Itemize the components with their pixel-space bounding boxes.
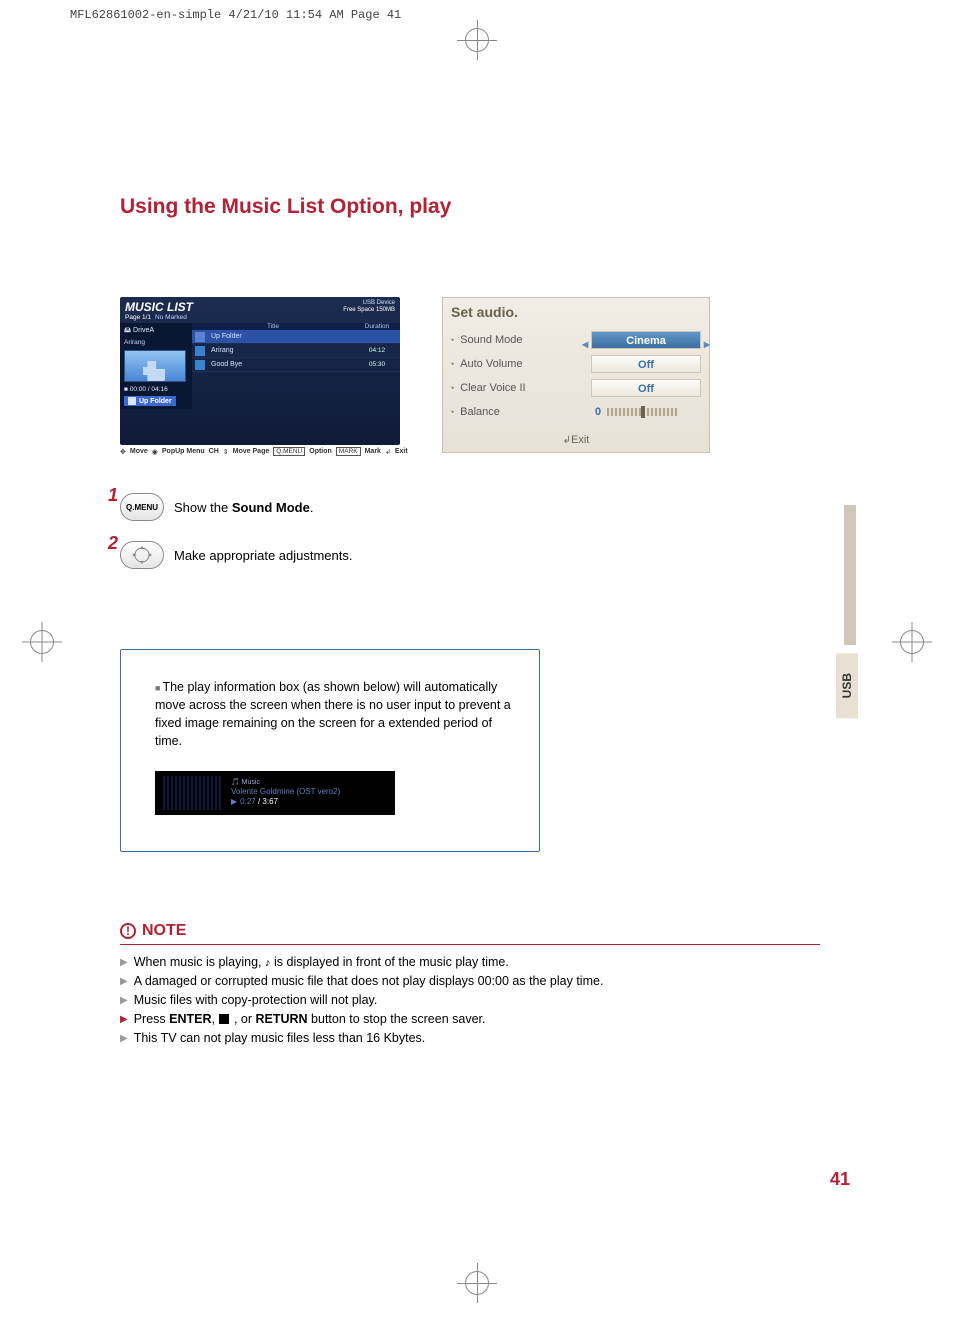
info-box: The play information box (as shown below… (120, 649, 540, 852)
note-item: ▶ When music is playing, ♪ is displayed … (120, 955, 820, 969)
crop-mark-left (30, 630, 54, 654)
crop-mark-top (465, 28, 489, 52)
nav-ring-icon (120, 541, 164, 569)
note-heading: ! NOTE (120, 922, 820, 940)
page-info: Page 1/1 (125, 314, 151, 321)
info-text: The play information box (as shown below… (155, 678, 511, 751)
balance-label: Balance (451, 406, 591, 418)
visualizer-icon (163, 776, 223, 810)
step-1: 1 Q.MENU Show the Sound Mode. (120, 493, 820, 521)
exit-label[interactable]: Exit (451, 434, 701, 446)
step-number: 2 (108, 533, 118, 554)
sound-mode-value[interactable]: Cinema (591, 331, 701, 349)
step-2-text: Make appropriate adjustments. (174, 548, 352, 563)
side-tab: USB (836, 653, 858, 718)
exclamation-icon: ! (120, 923, 136, 939)
note-item: ▶ Music files with copy-protection will … (120, 993, 820, 1007)
saver-time: ▶0:27 / 3:67 (231, 797, 340, 807)
set-audio-title: Set audio. (451, 304, 701, 320)
clear-voice-label: Clear Voice II (451, 382, 591, 394)
bullet-icon: ▶ (120, 957, 128, 968)
saver-label: 🎵 Music (231, 778, 340, 787)
clear-voice-value[interactable]: Off (591, 379, 701, 397)
up-folder-button[interactable]: Up Folder (124, 396, 176, 406)
bullet-icon: ▶ (120, 1033, 128, 1044)
note-item: ▶ A damaged or corrupted music file that… (120, 974, 820, 988)
bullet-icon: ▶ (120, 1014, 128, 1025)
col-title: Title (192, 323, 354, 330)
note-section: ! NOTE ▶ When music is playing, ♪ is dis… (120, 922, 820, 1045)
step-number: 1 (108, 485, 118, 506)
drive-label: 🖴 DriveA (124, 326, 188, 337)
page-title: Using the Music List Option, play (120, 195, 820, 219)
check-icon (195, 346, 205, 356)
no-marked-label: No Marked (155, 314, 187, 321)
drive-sublabel: Arirang (124, 339, 188, 346)
step-2: 2 Make appropriate adjustments. (120, 541, 820, 569)
balance-value[interactable]: 0 (591, 403, 701, 421)
check-icon (195, 360, 205, 370)
music-list-title: MUSIC LIST (125, 300, 193, 314)
qmenu-button-icon: Q.MENU (120, 493, 164, 521)
page-number: 41 (830, 1169, 850, 1190)
auto-volume-label: Auto Volume (451, 358, 591, 370)
set-audio-panel: Set audio. Sound Mode Cinema Auto Volume… (442, 297, 710, 453)
sound-mode-label: Sound Mode (451, 334, 591, 346)
crop-mark-right (900, 630, 924, 654)
play-icon: ▶ (231, 797, 237, 806)
bullet-icon: ▶ (120, 976, 128, 987)
print-header: MFL62861002-en-simple 4/21/10 11:54 AM P… (70, 8, 401, 22)
table-row[interactable]: Arirang 04:12 (192, 344, 400, 358)
hint-bar: ✥Move ◉PopUp Menu CH⇕ Move Page Q.MENU O… (120, 447, 400, 456)
screensaver-preview: 🎵 Music Volente Goldmine (OST vero2) ▶0:… (155, 771, 395, 815)
up-folder-icon (128, 397, 136, 405)
folder-icon (195, 332, 205, 342)
time-status: ■ 00:00 / 04:16 (124, 386, 188, 393)
saver-track: Volente Goldmine (OST vero2) (231, 787, 340, 797)
music-list-panel: MUSIC LIST USB Device Free Space 150MB P… (120, 297, 400, 445)
note-divider (120, 944, 820, 945)
table-row[interactable]: Up Folder (192, 330, 400, 344)
auto-volume-value[interactable]: Off (591, 355, 701, 373)
album-thumbnail (124, 350, 186, 382)
col-duration: Duration (354, 323, 400, 330)
free-space-label: Free Space 150MB (343, 307, 395, 314)
note-item: ▶ This TV can not play music files less … (120, 1031, 820, 1045)
usb-device-label: USB Device (343, 300, 395, 307)
note-item: ▶ Press ENTER, , or RETURN button to sto… (120, 1012, 820, 1026)
crop-mark-bottom (465, 1271, 489, 1295)
step-1-text: Show the Sound Mode. (174, 500, 313, 515)
table-row[interactable]: Good Bye 05:30 (192, 358, 400, 372)
side-tab-bg (844, 505, 856, 645)
stop-icon (219, 1014, 229, 1024)
bullet-icon: ▶ (120, 995, 128, 1006)
balance-slider[interactable] (607, 408, 679, 416)
